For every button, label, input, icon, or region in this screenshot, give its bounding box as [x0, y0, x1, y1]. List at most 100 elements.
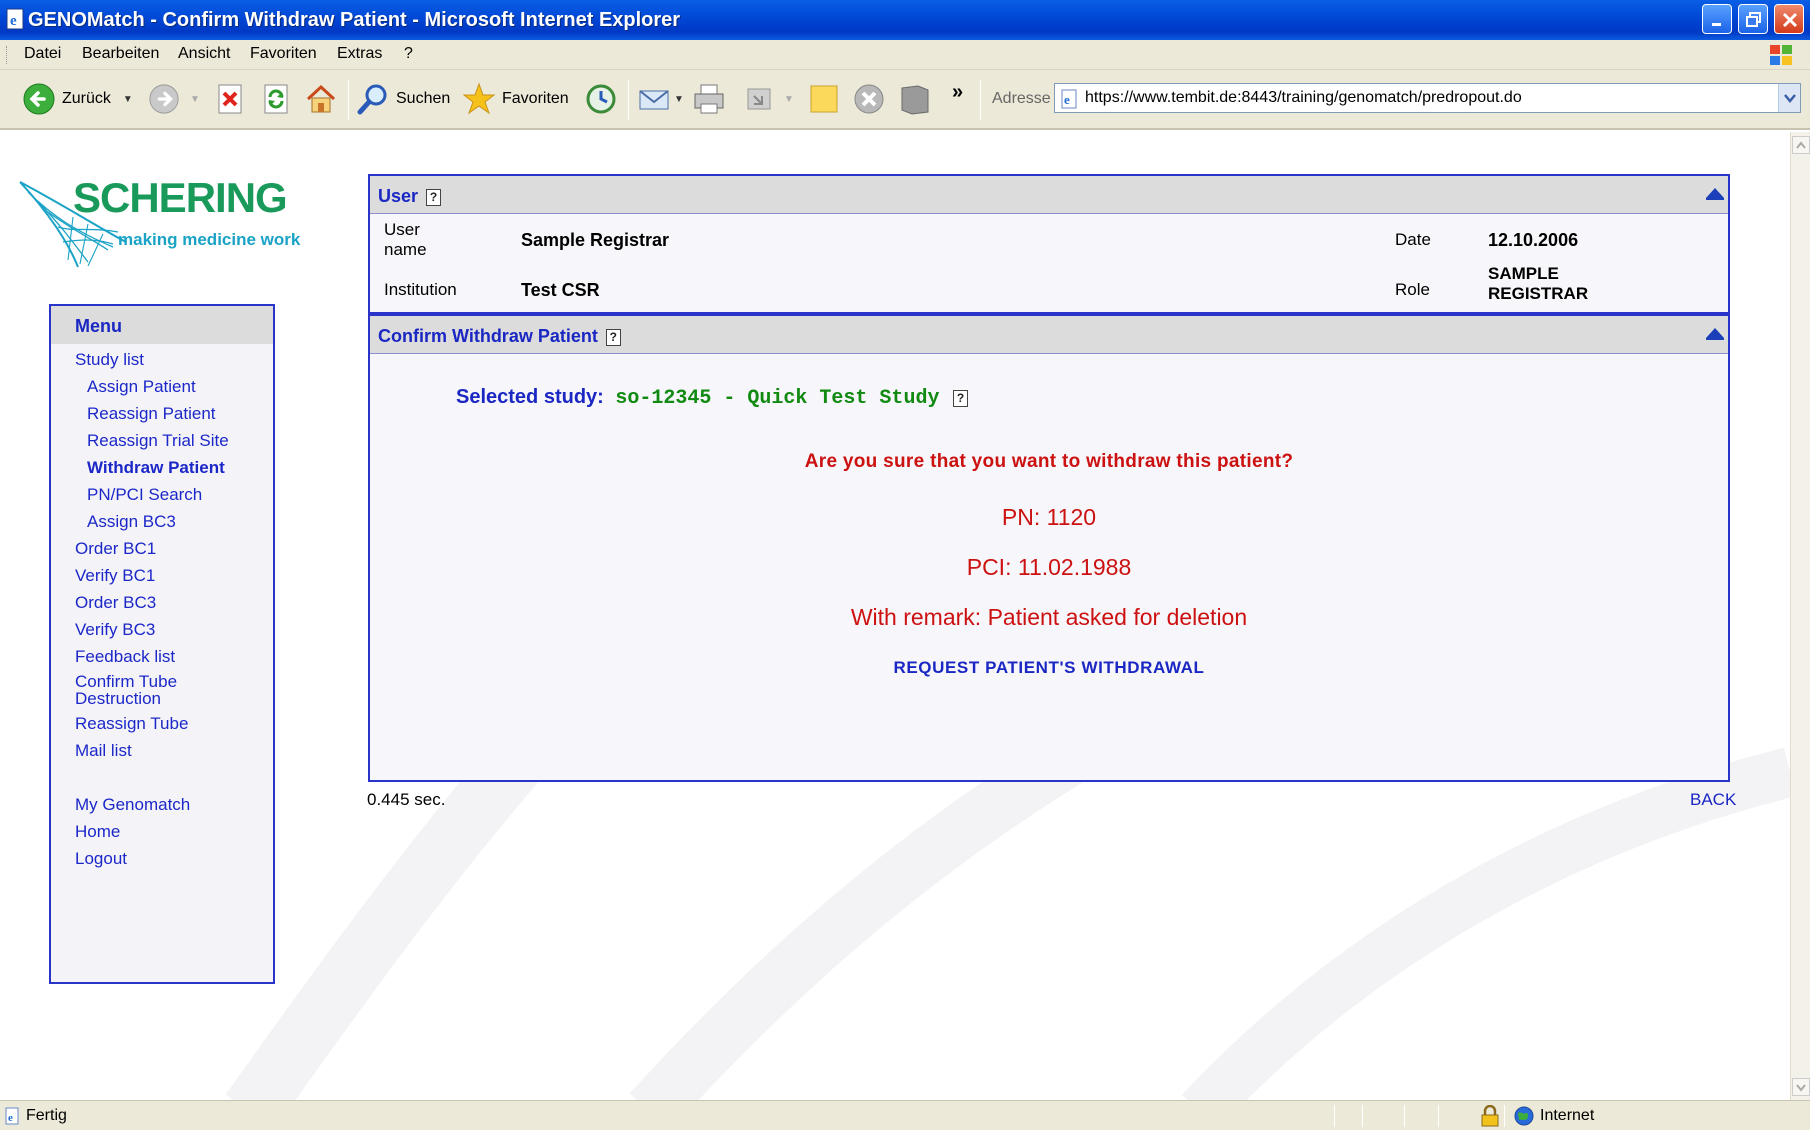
close-button[interactable] — [1774, 4, 1804, 34]
search-button[interactable]: Suchen — [356, 80, 450, 118]
menu-bearbeiten[interactable]: Bearbeiten — [82, 45, 159, 63]
mail-dropdown-icon[interactable]: ▼ — [674, 94, 684, 105]
menu-item-pn-pci-search[interactable]: PN/PCI Search — [87, 485, 202, 505]
menu-item-feedback-list[interactable]: Feedback list — [75, 647, 175, 667]
date-label: Date — [1395, 230, 1431, 249]
scroll-up-button[interactable] — [1792, 136, 1810, 154]
menu-item-order-bc3[interactable]: Order BC3 — [75, 593, 156, 613]
menu-item-verify-bc3[interactable]: Verify BC3 — [75, 620, 155, 640]
restore-button[interactable] — [1738, 4, 1768, 34]
home-button[interactable] — [304, 80, 338, 118]
refresh-icon — [264, 84, 288, 114]
collapse-icon[interactable] — [1706, 328, 1724, 340]
favorites-button[interactable]: Favoriten — [462, 80, 569, 118]
selected-study: Selected study: so-12345 - Quick Test St… — [456, 386, 969, 410]
forward-dropdown-icon[interactable]: ▼ — [190, 94, 200, 105]
menu-item-mail-list[interactable]: Mail list — [75, 741, 132, 761]
address-bar[interactable]: e https://www.tembit.de:8443/training/ge… — [1054, 83, 1801, 113]
toolbar-separator — [980, 80, 981, 120]
block-button[interactable] — [852, 80, 886, 118]
search-label: Suchen — [396, 90, 451, 107]
chevron-up-icon — [1796, 141, 1806, 149]
favorites-label: Favoriten — [502, 90, 569, 107]
toolbar: Zurück ▼ ▼ Suchen Favoriten ▼ ▼ » Adress… — [0, 70, 1810, 130]
menu-item-order-bc1[interactable]: Order BC1 — [75, 539, 156, 559]
menu-datei[interactable]: Datei — [24, 45, 61, 63]
menu-item-reassign-patient[interactable]: Reassign Patient — [87, 404, 216, 424]
print-button[interactable] — [692, 80, 726, 118]
help-icon[interactable]: ? — [953, 390, 969, 407]
role-label: Role — [1395, 280, 1430, 299]
minimize-button[interactable] — [1702, 4, 1732, 34]
restore-icon — [1746, 12, 1761, 27]
mail-button[interactable]: ▼ — [638, 80, 684, 118]
withdraw-question: Are you sure that you want to withdraw t… — [804, 451, 1294, 472]
address-dropdown[interactable] — [1778, 84, 1800, 112]
menu-help[interactable]: ? — [404, 45, 413, 63]
mail-icon — [639, 90, 669, 110]
vertical-scrollbar[interactable] — [1790, 132, 1810, 1100]
back-button[interactable]: Zurück ▼ — [22, 80, 133, 118]
menu-item-verify-bc1[interactable]: Verify BC1 — [75, 566, 155, 586]
request-withdrawal-link: REQUEST PATIENT'S WITHDRAWAL — [370, 658, 1728, 678]
menu-item-destruction[interactable]: Destruction — [75, 689, 161, 709]
status-divider — [1438, 1105, 1439, 1127]
request-withdrawal-link-text[interactable]: REQUEST PATIENT'S WITHDRAWAL — [893, 658, 1204, 677]
minimize-icon — [1712, 23, 1721, 26]
confirm-withdraw-panel: Confirm Withdraw Patient? Selected study… — [368, 314, 1730, 782]
help-icon[interactable]: ? — [605, 329, 621, 346]
note-icon — [810, 85, 838, 113]
menu-extras[interactable]: Extras — [337, 45, 382, 63]
history-button[interactable] — [584, 80, 618, 118]
help-icon[interactable]: ? — [426, 189, 442, 206]
menu-item-my-genomatch[interactable]: My Genomatch — [75, 795, 190, 815]
status-divider — [1334, 1105, 1335, 1127]
back-label: Zurück — [62, 90, 111, 107]
menu-item-assign-bc3[interactable]: Assign BC3 — [87, 512, 176, 532]
home-icon — [306, 84, 336, 113]
toolbar-separator — [628, 80, 629, 120]
edit-icon — [747, 88, 771, 110]
edit-button[interactable]: ▼ — [744, 80, 794, 118]
menu-item-reassign-trial-site[interactable]: Reassign Trial Site — [87, 431, 229, 451]
scroll-down-button[interactable] — [1792, 1078, 1810, 1096]
user-name-label-line2: name — [384, 240, 427, 259]
menu-item-study-list[interactable]: Study list — [75, 350, 144, 370]
menu-bar: Datei Bearbeiten Ansicht Favoriten Extra… — [0, 40, 1810, 70]
back-link[interactable]: BACK — [1690, 790, 1736, 810]
address-label: Adresse — [992, 90, 1051, 107]
selected-study-label: Selected study: — [456, 386, 604, 408]
notes-button[interactable] — [808, 80, 840, 118]
institution-value: Test CSR — [521, 280, 600, 300]
date-value: 12.10.2006 — [1488, 230, 1579, 250]
stop-icon — [218, 84, 242, 114]
chevron-right-icon: » — [952, 80, 964, 103]
withdraw-remark: With remark: Patient asked for deletion — [850, 604, 1248, 630]
page-timing: 0.445 sec. — [367, 790, 446, 809]
ie-icon: e — [6, 8, 24, 30]
back-dropdown-icon[interactable]: ▼ — [123, 94, 133, 105]
user-name-value: Sample Registrar — [521, 230, 670, 250]
collapse-icon[interactable] — [1706, 188, 1724, 200]
menu-item-reassign-tube[interactable]: Reassign Tube — [75, 714, 188, 734]
logo-brand: SCHERING — [73, 174, 288, 221]
stop-button[interactable] — [216, 80, 244, 118]
address-url[interactable]: https://www.tembit.de:8443/training/geno… — [1085, 89, 1522, 107]
status-text: Fertig — [26, 1107, 67, 1124]
edit-dropdown-icon[interactable]: ▼ — [784, 94, 794, 105]
svg-text:e: e — [10, 13, 17, 29]
forward-button[interactable]: ▼ — [148, 80, 200, 118]
menu-item-assign-patient[interactable]: Assign Patient — [87, 377, 196, 397]
menu-item-home[interactable]: Home — [75, 822, 120, 842]
user-panel: User? User name Sample Registrar Institu… — [368, 174, 1730, 314]
refresh-button[interactable] — [262, 80, 290, 118]
menu-item-withdraw-patient[interactable]: Withdraw Patient — [87, 458, 225, 478]
menu-header: Menu — [51, 306, 273, 344]
menu-ansicht[interactable]: Ansicht — [178, 45, 230, 63]
menu-favoriten[interactable]: Favoriten — [250, 45, 317, 63]
toolbar-overflow-chevron[interactable]: » — [952, 80, 963, 118]
research-button[interactable] — [898, 80, 932, 118]
user-panel-header: User? — [370, 176, 1728, 214]
history-icon — [586, 84, 616, 114]
menu-item-logout[interactable]: Logout — [75, 849, 127, 869]
